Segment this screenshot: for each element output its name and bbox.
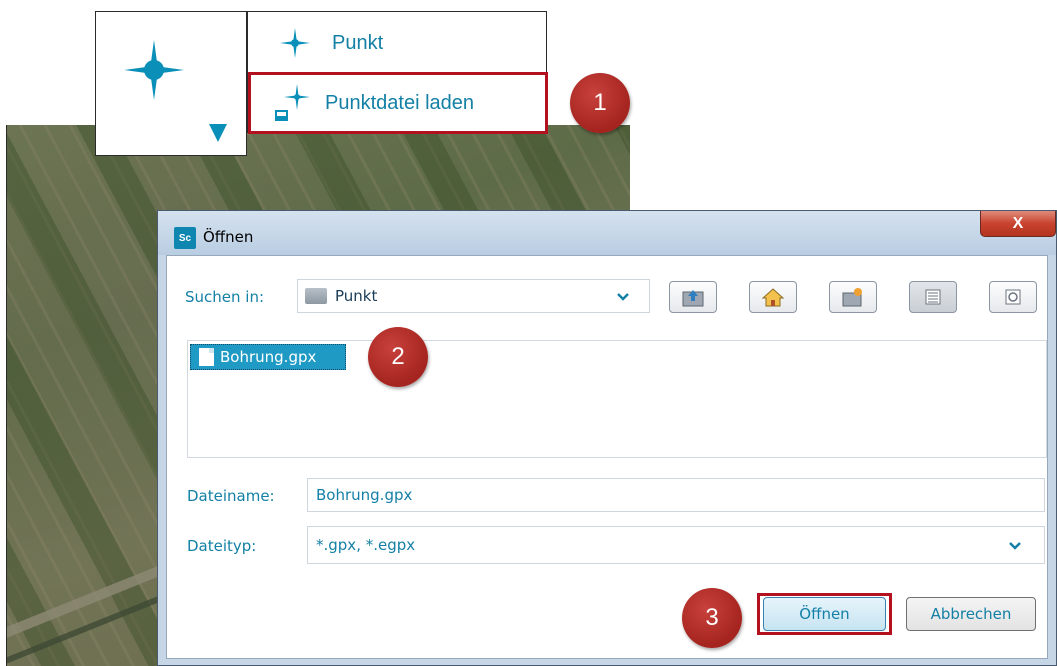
folder-icon xyxy=(305,288,327,304)
open-file-dialog: Sc Öffnen X Suchen in: Punkt Bohrung.gpx… xyxy=(157,210,1057,666)
home-icon xyxy=(762,288,784,307)
menu-item-punkt[interactable]: Punkt xyxy=(248,18,546,68)
app-logo-icon: Sc xyxy=(174,227,196,249)
file-name: Bohrung.gpx xyxy=(220,348,317,366)
details-view-icon xyxy=(1005,289,1021,305)
file-name-value: Bohrung.gpx xyxy=(316,486,413,504)
document-icon xyxy=(199,348,214,366)
list-view-icon xyxy=(925,289,941,305)
details-view-button[interactable] xyxy=(989,281,1037,313)
up-folder-button[interactable] xyxy=(669,281,717,313)
home-button[interactable] xyxy=(749,281,797,313)
chevron-down-icon xyxy=(617,293,629,301)
look-in-value: Punkt xyxy=(335,287,378,305)
file-type-select[interactable]: *.gpx, *.egpx xyxy=(307,526,1045,564)
file-item-bohrung[interactable]: Bohrung.gpx xyxy=(190,344,346,370)
load-point-file-icon xyxy=(275,84,310,121)
step-badge-3: 3 xyxy=(682,588,742,648)
new-folder-button[interactable] xyxy=(829,281,877,313)
look-in-select[interactable]: Punkt xyxy=(297,279,650,313)
close-button[interactable]: X xyxy=(980,211,1056,237)
dropdown-arrow-icon[interactable] xyxy=(209,124,227,142)
menu-item-punktdatei-laden[interactable]: Punktdatei laden xyxy=(248,72,548,134)
dialog-titlebar[interactable]: Sc Öffnen X xyxy=(158,211,1056,255)
point-dropdown-menu: Punkt Punktdatei laden xyxy=(247,11,548,134)
look-in-label: Suchen in: xyxy=(185,288,265,306)
menu-item-label: Punktdatei laden xyxy=(325,91,475,114)
file-name-input[interactable]: Bohrung.gpx xyxy=(307,478,1045,512)
menu-item-label: Punkt xyxy=(332,31,384,54)
step-badge-2: 2 xyxy=(368,327,428,387)
screenshot-stage: Punkt Punktdatei laden 1 Sc Öffnen X Suc… xyxy=(0,0,1057,666)
file-list[interactable]: Bohrung.gpx xyxy=(187,340,1047,458)
file-name-label: Dateiname: xyxy=(187,487,275,505)
point-tool-button[interactable] xyxy=(95,11,247,156)
chevron-down-icon xyxy=(1009,542,1021,550)
open-button[interactable]: Öffnen xyxy=(763,597,886,631)
up-folder-icon xyxy=(682,290,704,307)
file-type-label: Dateityp: xyxy=(187,537,257,555)
cancel-button[interactable]: Abbrechen xyxy=(906,597,1036,631)
crosshair-point-icon xyxy=(124,40,184,100)
point-icon xyxy=(280,28,310,58)
step-badge-1: 1 xyxy=(570,73,630,133)
new-folder-icon xyxy=(842,288,862,307)
dialog-title: Öffnen xyxy=(203,228,254,246)
file-type-value: *.gpx, *.egpx xyxy=(316,536,416,554)
list-view-button[interactable] xyxy=(909,281,957,313)
